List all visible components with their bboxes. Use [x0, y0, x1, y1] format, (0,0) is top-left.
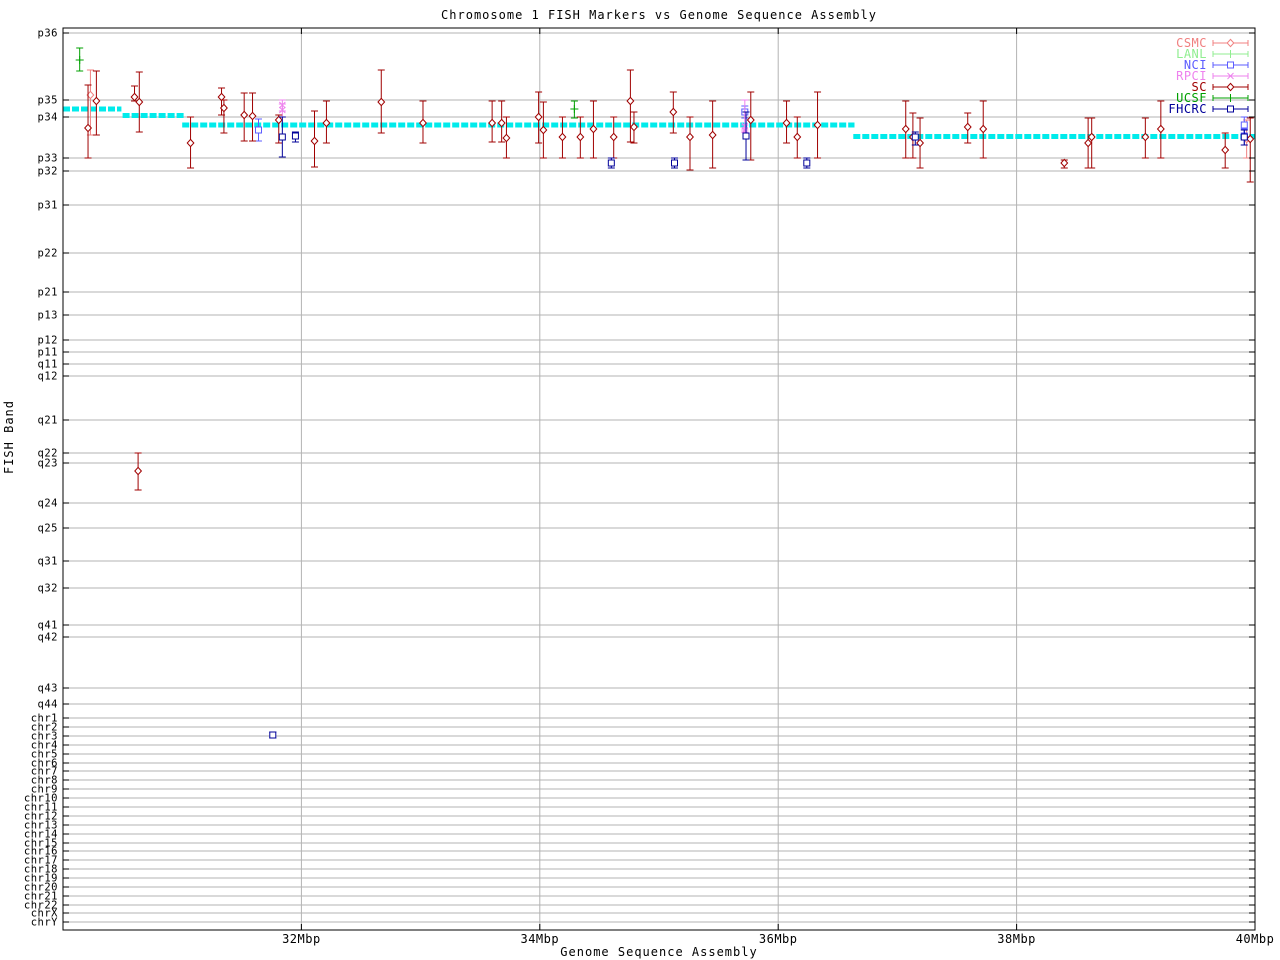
error-bar — [901, 100, 910, 159]
error-bar — [269, 731, 277, 739]
svg-text:38Mbp: 38Mbp — [997, 932, 1036, 946]
assembly-track — [63, 106, 1255, 139]
error-bar — [1084, 117, 1093, 169]
svg-text:q42: q42 — [38, 632, 58, 644]
error-bar — [1060, 158, 1069, 169]
error-bar — [570, 100, 579, 119]
svg-text:q43: q43 — [38, 683, 58, 695]
svg-text:q12: q12 — [38, 371, 58, 383]
legend: CSMCLANLNCIRPCISCUCSFFHCRC — [1168, 36, 1249, 116]
svg-text:36Mbp: 36Mbp — [759, 932, 798, 946]
svg-text:32Mbp: 32Mbp — [282, 932, 321, 946]
error-bar — [322, 100, 331, 144]
error-bar — [1246, 117, 1255, 183]
svg-text:q11: q11 — [38, 359, 58, 371]
svg-text:q25: q25 — [38, 523, 58, 535]
svg-text:q21: q21 — [38, 415, 58, 427]
svg-text:p32: p32 — [38, 166, 58, 178]
error-bar — [916, 117, 925, 169]
grid — [63, 28, 1255, 930]
svg-text:p11: p11 — [38, 347, 58, 359]
svg-text:q23: q23 — [38, 458, 58, 470]
svg-text:FHCRC: FHCRC — [1168, 102, 1207, 116]
svg-text:q32: q32 — [38, 583, 58, 595]
error-bar — [670, 157, 678, 169]
series-fhcrc — [269, 111, 1248, 739]
svg-text:p13: p13 — [38, 310, 58, 322]
error-bar — [130, 85, 139, 102]
error-bar — [979, 100, 988, 159]
error-bar — [782, 100, 791, 144]
error-bar — [310, 110, 319, 168]
svg-text:q41: q41 — [38, 620, 58, 632]
svg-text:p21: p21 — [38, 287, 58, 299]
fish-marker-chart: Chromosome 1 FISH Markers vs Genome Sequ… — [0, 0, 1280, 960]
svg-text:p35: p35 — [38, 95, 58, 107]
error-bar — [419, 100, 427, 144]
series-ucsf — [75, 47, 579, 119]
svg-text:chrY: chrY — [31, 917, 58, 929]
error-bar — [488, 100, 497, 143]
error-bar — [803, 157, 811, 169]
error-bar — [607, 157, 615, 169]
plot-area: p36 p35 p34 p33p32 p31 p22 p21 p13 p12p11q11q12 q… — [24, 27, 1275, 946]
svg-text:p12: p12 — [38, 335, 58, 347]
svg-text:34Mbp: 34Mbp — [520, 932, 559, 946]
svg-text:q44: q44 — [38, 699, 58, 711]
svg-text:p36: p36 — [38, 28, 58, 40]
error-bar — [1156, 100, 1165, 159]
svg-text:p33: p33 — [38, 153, 58, 165]
svg-text:q24: q24 — [38, 498, 58, 510]
error-bar — [1141, 117, 1150, 159]
legend-item-rpci: RPCI — [1176, 69, 1249, 83]
svg-text:p31: p31 — [38, 200, 58, 212]
legend-item-fhcrc: FHCRC — [1168, 102, 1249, 116]
svg-text:40Mbp: 40Mbp — [1236, 932, 1275, 946]
error-bar — [497, 100, 506, 143]
svg-text:q31: q31 — [38, 556, 58, 568]
error-bar — [135, 71, 144, 133]
error-bar — [291, 131, 299, 143]
series-csmc — [86, 69, 1251, 159]
error-bar — [254, 118, 262, 142]
error-bar — [92, 70, 101, 136]
error-bar — [813, 91, 822, 159]
axes: p36 p35 p34 p33p32 p31 p22 p21 p13 p12p11q11q12 q… — [24, 27, 1275, 946]
error-bar — [589, 100, 598, 159]
svg-text:p22: p22 — [38, 248, 58, 260]
error-bar — [134, 452, 143, 491]
error-bar — [539, 101, 548, 159]
error-bar — [626, 69, 635, 143]
error-bar — [75, 47, 84, 72]
svg-text:p34: p34 — [38, 112, 58, 124]
